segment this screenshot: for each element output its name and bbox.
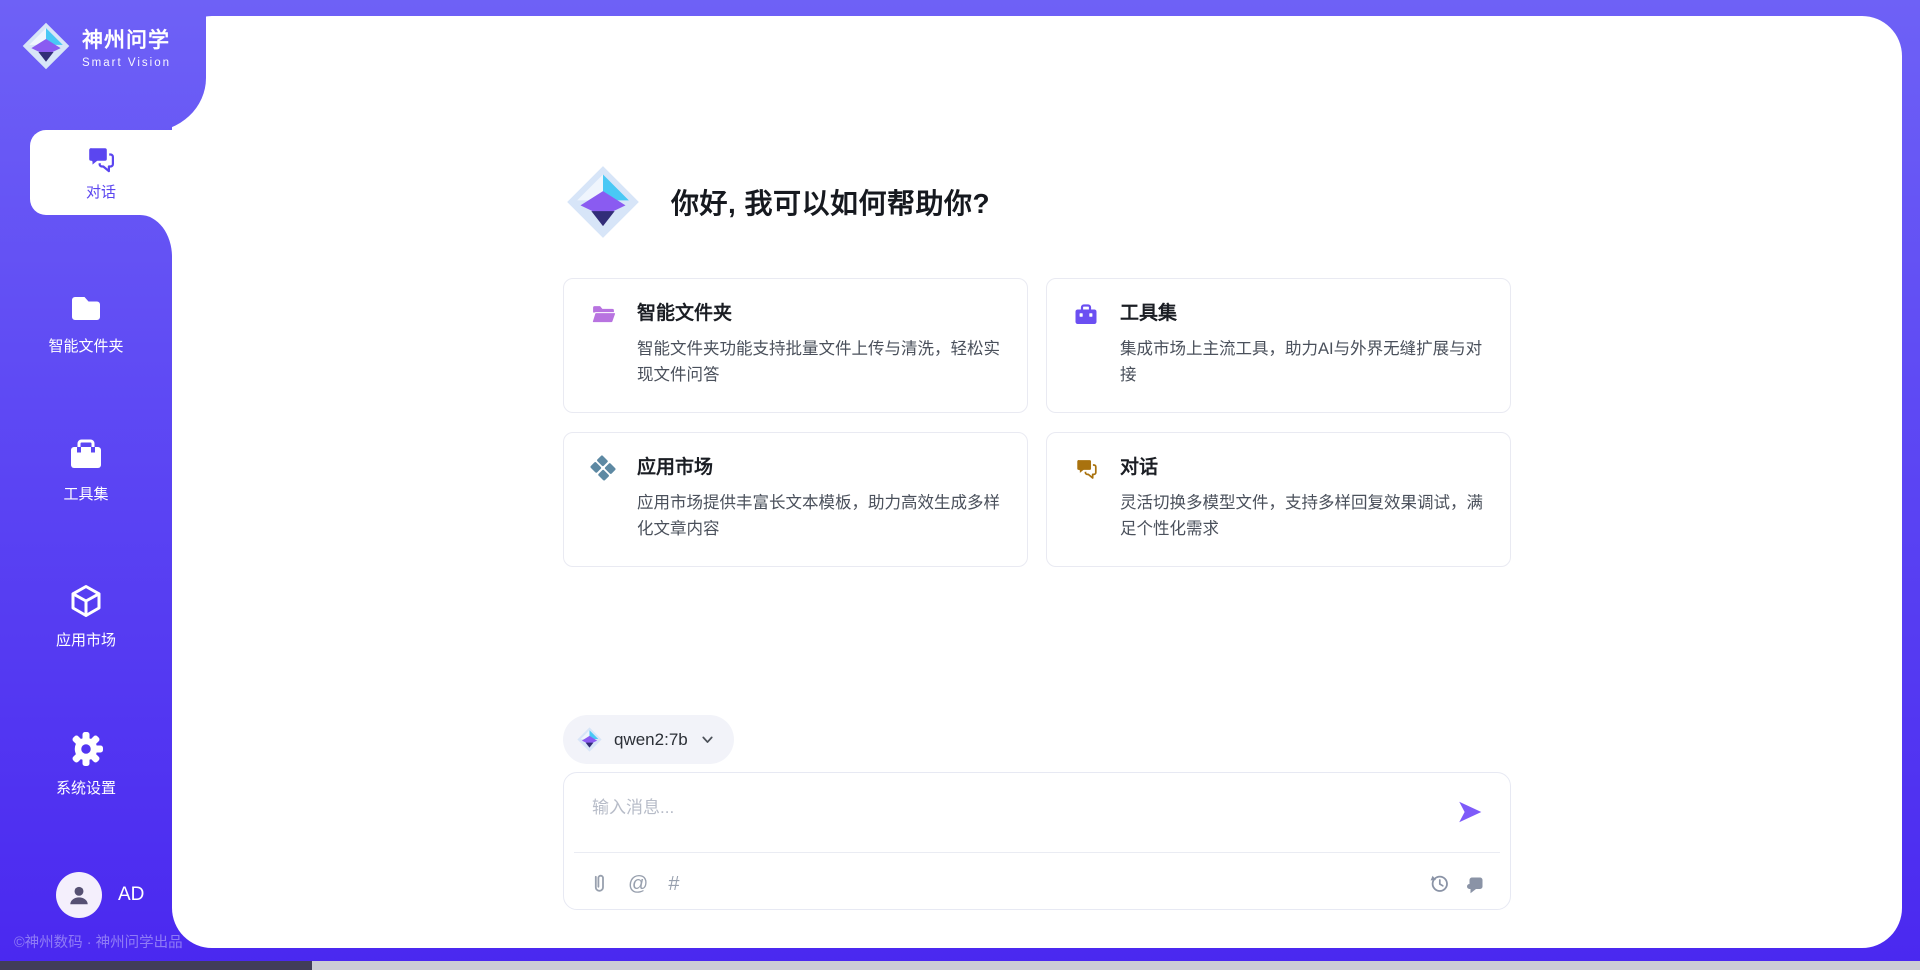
greeting-title: 你好, 我可以如何帮助你? [671,182,990,222]
user-initials: AD [118,884,144,906]
scrollbar-thumb[interactable] [0,961,312,970]
feature-cards: 智能文件夹 智能文件夹功能支持批量文件上传与清洗，轻松实现文件问答 工具集 集成… [563,278,1511,567]
toolbox-icon [67,436,105,474]
hashtag-icon[interactable]: # [668,874,679,894]
avatar [56,872,102,918]
sidebar-item-label: 应用市场 [56,629,116,650]
composer: qwen2:7b [563,715,1511,910]
composer-tools-right [1429,873,1486,894]
chat-bubbles-icon [85,143,117,175]
input-divider [574,852,1500,853]
sidebar-item-label: 对话 [86,181,116,202]
card-title: 对话 [1120,455,1484,481]
folder-open-icon [590,302,616,326]
mention-icon[interactable]: @ [628,874,648,894]
app-root: 你好, 我可以如何帮助你? 智能文件夹 智能文件夹功能支持批量文件上传与清洗，轻… [0,0,1920,970]
card-title: 工具集 [1120,301,1484,327]
sidebar-item-label: 智能文件夹 [48,335,123,356]
footer-credit: ©神州数码 · 神州问学出品 [14,931,183,952]
brand-text: 神州问学 Smart Vision [82,20,171,69]
cube-icon [67,582,105,620]
model-name: qwen2:7b [614,730,688,750]
person-icon [66,882,92,908]
card-desc: 灵活切换多模型文件，支持多样回复效果调试，满足个性化需求 [1120,490,1484,542]
card-desc: 智能文件夹功能支持批量文件上传与清洗，轻松实现文件问答 [637,336,1001,388]
send-icon [1456,798,1484,826]
card-toolset[interactable]: 工具集 集成市场上主流工具，助力AI与外界无缝扩展与对接 [1046,278,1511,413]
card-desc: 集成市场上主流工具，助力AI与外界无缝扩展与对接 [1120,336,1484,388]
sidebar-item-toolset[interactable]: 工具集 [0,436,172,504]
card-smart-folder[interactable]: 智能文件夹 智能文件夹功能支持批量文件上传与清洗，轻松实现文件问答 [563,278,1028,413]
card-chat[interactable]: 对话 灵活切换多模型文件，支持多样回复效果调试，满足个性化需求 [1046,432,1511,567]
toolbox-icon [1073,302,1099,326]
message-input[interactable] [592,793,1434,845]
sidebar-item-label: 系统设置 [56,777,116,798]
greeting: 你好, 我可以如何帮助你? [563,162,990,242]
brand-name: 神州问学 [82,24,171,54]
attach-file-icon[interactable] [590,873,608,894]
card-desc: 应用市场提供丰富长文本模板，助力高效生成多样化文章内容 [637,490,1001,542]
conversation-icon[interactable] [1466,874,1486,894]
card-title: 智能文件夹 [637,301,1001,327]
chevron-down-icon [699,731,716,748]
brand-gem-icon [576,726,603,753]
brand-gem-icon [563,162,643,242]
sidebar-item-settings[interactable]: 系统设置 [0,730,172,798]
send-button[interactable] [1456,798,1484,826]
history-icon[interactable] [1429,873,1450,894]
sidebar-item-app-market[interactable]: 应用市场 [0,582,172,650]
tab-corner-fillet [140,215,172,257]
sidebar-item-chat[interactable]: 对话 [30,130,172,215]
chat-bubbles-icon [1073,456,1099,480]
model-selector[interactable]: qwen2:7b [563,715,734,764]
message-input-box: @ # [563,772,1511,910]
horizontal-scrollbar[interactable] [0,961,1920,970]
composer-tools-left: @ # [590,873,679,894]
user-profile[interactable]: AD [56,872,144,918]
brand-header: 神州问学 Smart Vision [0,0,206,132]
sidebar-item-smart-folder[interactable]: 智能文件夹 [0,288,172,356]
brand-logo-icon [20,20,72,72]
folder-icon [67,288,105,326]
sidebar-item-label: 工具集 [63,483,108,504]
brand-subtitle: Smart Vision [82,57,171,69]
main-panel: 你好, 我可以如何帮助你? 智能文件夹 智能文件夹功能支持批量文件上传与清洗，轻… [172,16,1902,948]
card-app-market[interactable]: 应用市场 应用市场提供丰富长文本模板，助力高效生成多样化文章内容 [563,432,1028,567]
market-grid-icon [590,456,616,480]
card-title: 应用市场 [637,455,1001,481]
main-content: 你好, 我可以如何帮助你? 智能文件夹 智能文件夹功能支持批量文件上传与清洗，轻… [563,16,1511,948]
gear-icon [67,730,105,768]
